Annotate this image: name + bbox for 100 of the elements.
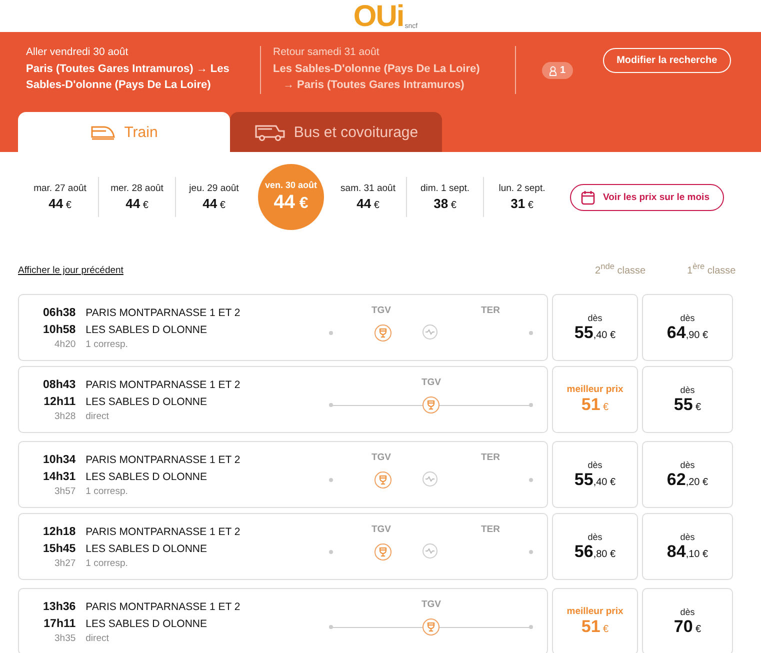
modify-search-button[interactable]: Modifier la recherche [602,48,732,73]
date-price-option[interactable]: sam. 31 août 44 € [330,183,406,211]
fare-price: 64,90 € [666,322,708,342]
arrival-time: 15h45 [42,542,76,557]
departure-time: 13h36 [42,600,76,615]
fare-card[interactable]: dès 70 € [642,588,733,653]
duration: 3h27 [54,558,76,570]
outbound-route: Paris (Toutes Gares Intramuros) → Les Sables-D'olonne (Pays De La Loire) [26,62,230,93]
train-type-label: TGV [371,524,391,537]
stop-dot [529,478,533,482]
arrival-time: 12h11 [42,395,76,410]
departure-time: 10h34 [42,453,76,468]
return-title: Retour samedi 31 août [273,46,380,58]
return-route: Les Sables-D'olonne (Pays De La Loire) [273,62,481,77]
connection-info: direct [86,411,110,423]
fare-card[interactable]: dès 62,20 € [642,441,733,508]
fare-label: meilleur prix [566,606,624,617]
journey-card[interactable]: 10h34 14h31 3h57 PARIS MONTPARNASSE 1 ET 2 LES SABLES D OLONNE 1 corresp. TGV TER [18,441,548,508]
duration: 3h57 [54,486,76,498]
fare-label: dès [680,312,695,322]
calendar-icon [581,190,595,204]
arrival-station: LES SABLES D OLONNE [86,395,208,410]
transfer-icon [422,324,438,340]
fare-card[interactable]: dès 55,40 € [552,294,638,361]
date-price-option[interactable]: mar. 27 août 44 € [22,183,98,211]
transfer-icon [422,543,438,559]
connection-info: 1 corresp. [86,486,129,498]
stop-dot [329,625,334,629]
return-route: → Paris (Toutes Gares Intramuros) [282,78,466,93]
departure-station: PARIS MONTPARNASSE 1 ET 2 [86,306,242,321]
departure-station: PARIS MONTPARNASSE 1 ET 2 [86,378,242,393]
class-header: 2$^{nde}$ classe [595,260,647,276]
fare-card[interactable]: dès 64,90 € [642,294,733,361]
train-type-label: TGV [371,305,391,318]
fare-price: 51 € [581,617,609,637]
date-price-option[interactable]: jeu. 29 août 44 € [176,183,252,211]
departure-time: 12h18 [42,525,76,540]
train-type-label: TGV [421,377,441,390]
bar-car-icon [374,324,392,342]
fare-price: 55,40 € [574,470,616,490]
arrival-time: 14h31 [42,470,76,485]
stop-dot [329,331,334,335]
journey-card[interactable]: 08h43 12h11 3h28 PARIS MONTPARNASSE 1 ET 2 LES SABLES D OLONNE direct TGV [18,366,548,433]
stop-dot [329,550,334,554]
fare-label: meilleur prix [566,384,624,395]
fare-label: dès [588,532,602,542]
journey-card[interactable]: 06h38 10h58 4h20 PARIS MONTPARNASSE 1 ET 2 LES SABLES D OLONNE 1 corresp. TGV TER [18,294,548,361]
stop-dot [529,550,533,554]
departure-station: PARIS MONTPARNASSE 1 ET 2 [86,600,242,615]
train-type-label: TGV [421,599,441,612]
date-price-option[interactable]: dim. 1 sept. 38 € [407,183,483,211]
connection-info: 1 corresp. [86,558,129,570]
stop-dot [329,403,334,407]
mode-tab[interactable]: Bus et covoiturage [230,112,442,152]
fare-label: dès [680,460,695,470]
date-price-option[interactable]: mer. 28 août 44 € [99,183,175,211]
journey-card[interactable]: 13h36 17h11 3h35 PARIS MONTPARNASSE 1 ET 2 LES SABLES D OLONNE direct TGV [18,588,548,653]
bar-car-icon [422,618,440,636]
duration: 4h20 [54,339,76,351]
train-type-label: TER [481,524,500,537]
stop-dot [529,331,533,335]
previous-day-link[interactable]: Afficher le jour précédent [18,265,124,276]
class-header: 1$^{ère}$ classe [687,260,737,276]
bar-car-icon [422,396,440,414]
departure-station: PARIS MONTPARNASSE 1 ET 2 [86,525,242,540]
date-price-option[interactable]: lun. 2 sept. 31 € [484,183,560,211]
fare-label: dès [588,312,602,322]
fare-label: dès [680,532,695,542]
departure-time: 08h43 [42,378,76,393]
arrival-station: LES SABLES D OLONNE [86,323,208,338]
duration: 3h28 [54,411,76,423]
fare-label: dès [680,384,695,394]
connection-info: 1 corresp. [86,339,129,351]
person-icon [549,66,557,76]
journey-card[interactable]: 12h18 15h45 3h27 PARIS MONTPARNASSE 1 ET 2 LES SABLES D OLONNE 1 corresp. TGV TER [18,513,548,580]
bar-car-icon [374,543,392,561]
fare-price: 62,20 € [666,470,708,490]
arrival-station: LES SABLES D OLONNE [86,470,208,485]
arrival-time: 17h11 [42,617,76,632]
arrival-station: LES SABLES D OLONNE [86,542,208,557]
arrival-time: 10h58 [42,323,76,338]
fare-card[interactable]: dès 84,10 € [642,513,733,580]
fare-price: 70 € [674,616,702,636]
duration: 3h35 [54,633,76,645]
departure-station: PARIS MONTPARNASSE 1 ET 2 [86,453,242,468]
connection-info: direct [86,633,110,645]
fare-card[interactable]: dès 55 € [642,366,733,433]
fare-price: 56,80 € [574,542,616,562]
fare-card[interactable]: dès 55,40 € [552,441,638,508]
train-icon [90,124,116,140]
month-prices-button[interactable]: Voir les prix sur le mois [570,184,724,210]
train-type-label: TER [481,305,500,318]
fare-price: 84,10 € [666,542,708,562]
fare-card[interactable]: dès 56,80 € [552,513,638,580]
transfer-icon [422,471,438,487]
stop-dot [529,403,533,407]
arrival-station: LES SABLES D OLONNE [86,617,208,632]
stop-dot [529,625,533,629]
fare-label: dès [680,606,695,616]
train-type-label: TGV [371,452,391,465]
